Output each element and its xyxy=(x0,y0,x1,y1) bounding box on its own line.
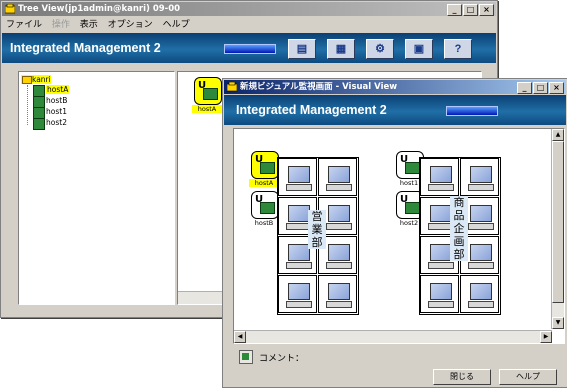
tree-view-title: Tree View(jp1admin@kanri) 09-00 xyxy=(18,4,181,14)
pc-cell[interactable] xyxy=(420,275,459,313)
pc-icon xyxy=(430,283,452,300)
visual-view-titlebar[interactable]: 新規ビジュアル監視画面 - Visual View _ □ × xyxy=(224,80,566,94)
maximize-button[interactable]: □ xyxy=(463,4,478,16)
settings-icon[interactable]: ⚙ xyxy=(366,39,394,59)
pc-icon xyxy=(470,205,492,222)
network-icon[interactable]: ▦ xyxy=(327,39,355,59)
visual-canvas[interactable]: U hostA U hostB 営 業 部 U host1 U host2 商 … xyxy=(233,128,565,344)
pc-icon xyxy=(430,244,452,261)
pc-cell[interactable] xyxy=(420,158,459,196)
close-window-button[interactable]: 閉じる xyxy=(433,369,491,385)
host-icon-hostA[interactable]: U xyxy=(194,77,222,105)
minimize-button[interactable]: _ xyxy=(447,4,462,16)
horizontal-scrollbar[interactable]: ◀ ▶ xyxy=(234,330,552,343)
status-bar-indicator xyxy=(224,44,276,54)
close-button[interactable]: × xyxy=(549,82,564,94)
pc-icon xyxy=(288,166,310,183)
close-button[interactable]: × xyxy=(479,4,494,16)
pc-icon xyxy=(470,166,492,183)
comment-label: コメント： xyxy=(259,354,305,364)
banner-title: Integrated Management 2 xyxy=(236,103,387,117)
pc-icon xyxy=(328,205,350,222)
tree-view-banner: Integrated Management 2 ▤ ▦ ⚙ ▣ ? xyxy=(2,33,496,63)
menu-help[interactable]: ヘルプ xyxy=(163,20,190,30)
tree-item-host1[interactable]: host1 xyxy=(33,107,67,119)
status-bar-indicator xyxy=(446,106,498,116)
tree-pane[interactable]: kanri hostA hostB host1 host2 xyxy=(18,71,175,305)
pc-icon xyxy=(288,205,310,222)
pc-cell[interactable] xyxy=(318,275,357,313)
app-icon xyxy=(227,82,237,92)
host-label: hostA xyxy=(192,105,222,113)
menu-view[interactable]: 表示 xyxy=(80,20,98,30)
host-label: hostB xyxy=(254,219,274,227)
monitor-icon[interactable]: ▤ xyxy=(288,39,316,59)
scroll-down-button[interactable]: ▼ xyxy=(552,317,564,329)
menu-options[interactable]: オプション xyxy=(108,20,153,30)
scroll-thumb[interactable] xyxy=(552,141,564,303)
menu-operation: 操作 xyxy=(51,20,70,30)
department-label-sales: 営 業 部 xyxy=(308,210,326,249)
minimize-button[interactable]: _ xyxy=(517,82,532,94)
scroll-up-button[interactable]: ▲ xyxy=(552,129,564,141)
pc-icon xyxy=(328,166,350,183)
pc-icon xyxy=(288,283,310,300)
tree-connector xyxy=(27,85,29,125)
host-icon xyxy=(33,118,45,130)
host-label: hostA xyxy=(249,179,279,187)
host-icon-hostB[interactable]: U xyxy=(251,191,279,219)
tree-item-hostB[interactable]: hostB xyxy=(33,96,67,108)
tree-item-hostA[interactable]: hostA xyxy=(33,85,70,97)
pc-cell[interactable] xyxy=(278,158,317,196)
pc-cell[interactable] xyxy=(460,158,499,196)
pc-icon xyxy=(430,205,452,222)
visual-view-window: 新規ビジュアル監視画面 - Visual View _ □ × Integrat… xyxy=(222,78,567,388)
pc-icon xyxy=(328,244,350,261)
menu-file[interactable]: ファイル xyxy=(6,20,42,30)
pc-icon xyxy=(470,283,492,300)
maximize-button[interactable]: □ xyxy=(533,82,548,94)
pc-icon xyxy=(288,244,310,261)
scroll-left-button[interactable]: ◀ xyxy=(234,331,246,343)
comment-icon[interactable] xyxy=(239,350,253,364)
visual-view-banner: Integrated Management 2 xyxy=(224,95,566,125)
vertical-scrollbar[interactable]: ▲ ▼ xyxy=(551,129,564,329)
help-icon[interactable]: ? xyxy=(444,39,472,59)
event-icon[interactable]: ▣ xyxy=(405,39,433,59)
visual-view-title: 新規ビジュアル監視画面 - Visual View xyxy=(240,82,398,92)
tree-item-host2[interactable]: host2 xyxy=(33,118,67,130)
tree-root-node[interactable]: kanri xyxy=(21,75,51,84)
banner-title: Integrated Management 2 xyxy=(10,41,161,55)
pc-icon xyxy=(470,244,492,261)
pc-cell[interactable] xyxy=(460,275,499,313)
tree-view-titlebar[interactable]: Tree View(jp1admin@kanri) 09-00 _ □ × xyxy=(2,2,496,16)
help-button[interactable]: ヘルプ xyxy=(499,369,557,385)
pc-cell[interactable] xyxy=(318,158,357,196)
pc-cell[interactable] xyxy=(278,275,317,313)
scroll-right-button[interactable]: ▶ xyxy=(540,331,552,343)
pc-icon xyxy=(430,166,452,183)
pc-icon xyxy=(328,283,350,300)
folder-icon xyxy=(22,76,32,84)
menubar: ファイル 操作 表示 オプション ヘルプ xyxy=(2,18,496,32)
host-icon-hostA[interactable]: U xyxy=(251,151,279,179)
pc-grid-sales: 営 業 部 xyxy=(277,157,359,315)
pc-grid-planning: 商 品 企 画 部 xyxy=(419,157,501,315)
department-label-planning: 商 品 企 画 部 xyxy=(450,196,468,261)
app-icon xyxy=(5,4,15,14)
